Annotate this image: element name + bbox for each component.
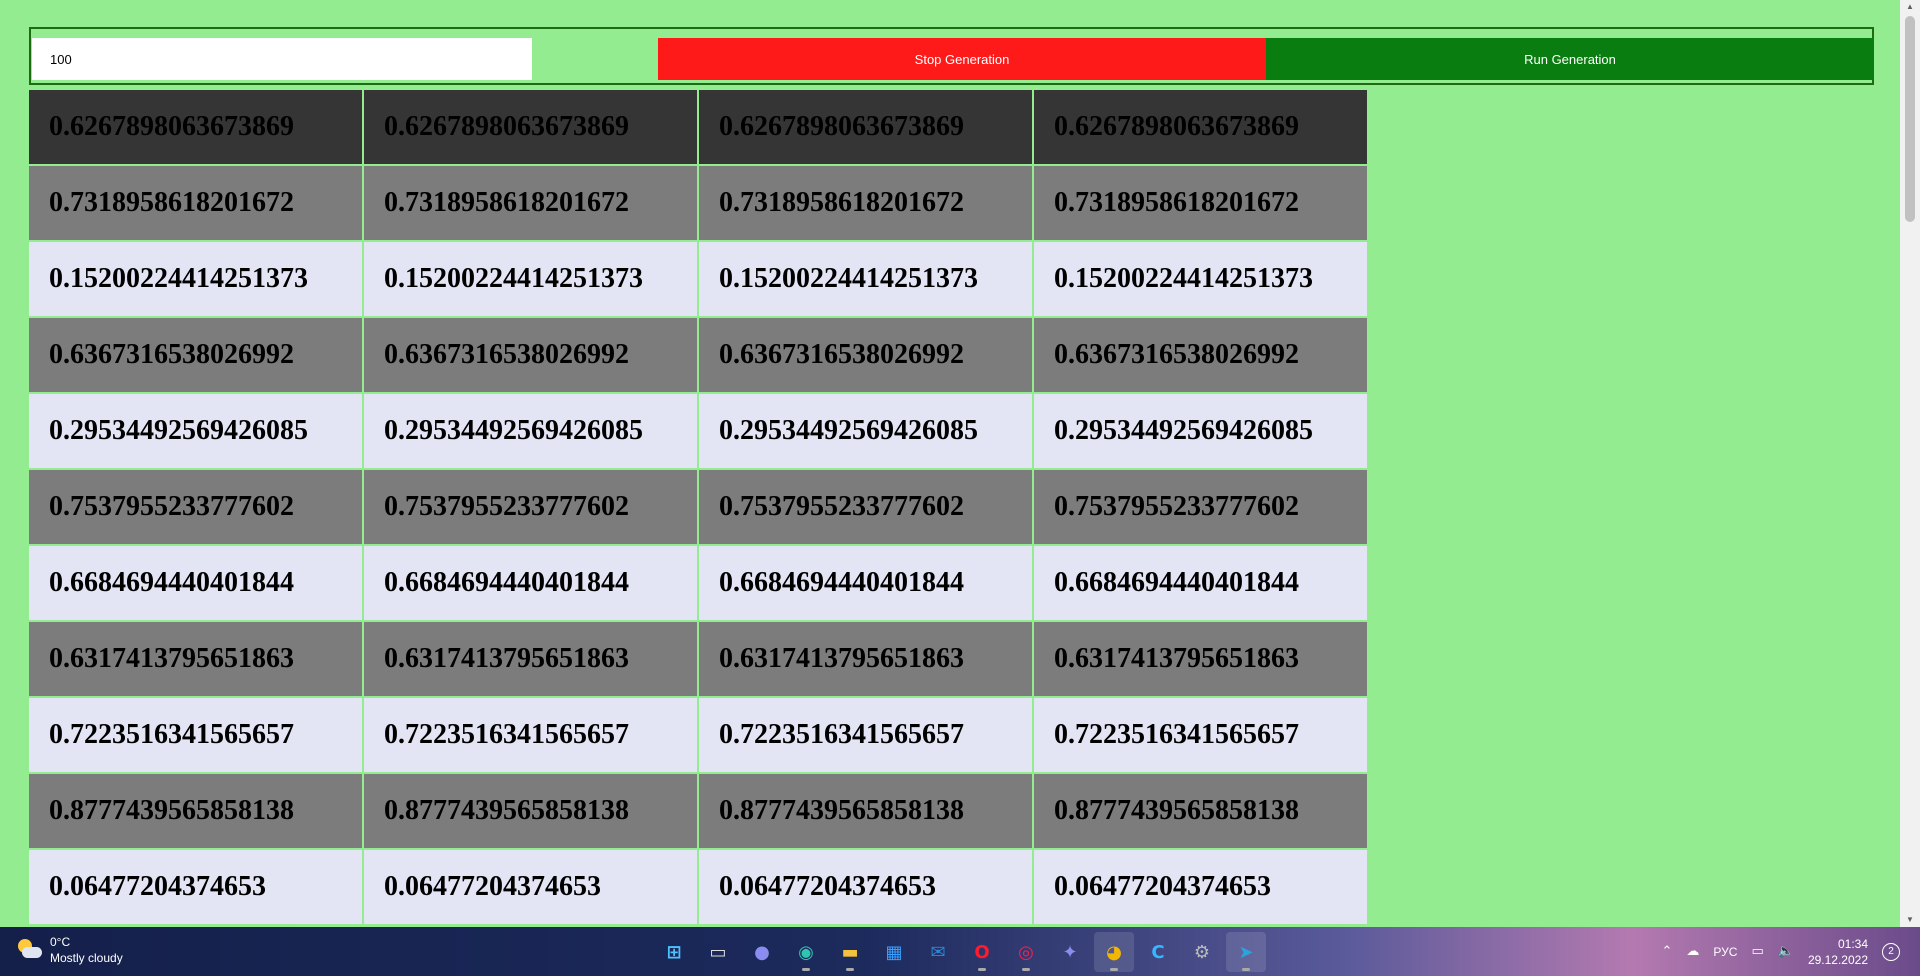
opera-gx-icon[interactable]: ◎	[1006, 932, 1046, 972]
number-cell: 0.29534492569426085	[699, 394, 1032, 468]
clock-date: 29.12.2022	[1807, 952, 1868, 967]
system-tray: ⌃ ☁ РУС ▭ 🔈 01:34 29.12.2022 2	[1662, 927, 1900, 976]
number-cell: 0.6317413795651863	[699, 622, 1032, 696]
store-icon[interactable]: ▦	[874, 932, 914, 972]
file-explorer-icon[interactable]: ▬	[830, 932, 870, 972]
number-cell: 0.7537955233777602	[364, 470, 697, 544]
telegram-icon[interactable]: ➤	[1226, 932, 1266, 972]
number-cell: 0.6267898063673869	[1034, 90, 1367, 164]
number-cell: 0.6317413795651863	[364, 622, 697, 696]
vertical-scrollbar[interactable]: ▲ ▼	[1900, 0, 1920, 927]
number-cell: 0.6684694440401844	[29, 546, 362, 620]
number-cell: 0.15200224414251373	[699, 242, 1032, 316]
number-cell: 0.7223516341565657	[364, 698, 697, 772]
number-cell: 0.6684694440401844	[699, 546, 1032, 620]
opera-icon[interactable]: O	[962, 932, 1002, 972]
partly-cloudy-icon	[16, 937, 42, 963]
number-cell: 0.6684694440401844	[1034, 546, 1367, 620]
notification-badge[interactable]: 2	[1882, 942, 1900, 961]
number-cell: 0.7223516341565657	[699, 698, 1032, 772]
number-cell: 0.6367316538026992	[699, 318, 1032, 392]
scroll-up-icon[interactable]: ▲	[1900, 0, 1920, 14]
mail-icon[interactable]: ✉	[918, 932, 958, 972]
run-generation-button[interactable]: Run Generation	[1266, 38, 1874, 80]
number-cell: 0.06477204374653	[364, 850, 697, 924]
volume-icon[interactable]: 🔈	[1778, 944, 1794, 959]
number-cell: 0.8777439565858138	[699, 774, 1032, 848]
number-cell: 0.6267898063673869	[364, 90, 697, 164]
number-cell: 0.8777439565858138	[1034, 774, 1367, 848]
number-cell: 0.6267898063673869	[29, 90, 362, 164]
settings-icon[interactable]: ⚙	[1182, 932, 1222, 972]
clock[interactable]: 01:34 29.12.2022	[1808, 936, 1868, 968]
number-cell: 0.06477204374653	[1034, 850, 1367, 924]
task-view-icon[interactable]: ▭	[698, 932, 738, 972]
number-cell: 0.6367316538026992	[29, 318, 362, 392]
taskbar-apps: ⊞ ▭ ● ◉ ▬ ▦ ✉ O ◎ ✦ ◕ C ⚙ ➤	[654, 932, 1266, 972]
weather-temperature: 0°C	[50, 935, 71, 949]
number-cell: 0.29534492569426085	[364, 394, 697, 468]
game-controller-icon[interactable]: ✦	[1050, 932, 1090, 972]
number-cell: 0.7537955233777602	[29, 470, 362, 544]
number-cell: 0.7537955233777602	[699, 470, 1032, 544]
count-input[interactable]	[32, 38, 532, 80]
network-icon[interactable]: ▭	[1751, 944, 1763, 959]
number-cell: 0.6684694440401844	[364, 546, 697, 620]
number-cell: 0.8777439565858138	[364, 774, 697, 848]
number-cell: 0.7318958618201672	[29, 166, 362, 240]
taskbar: 0°C Mostly cloudy ⊞ ▭ ● ◉ ▬ ▦ ✉ O ◎ ✦ ◕ …	[0, 927, 1920, 976]
scrollbar-thumb[interactable]	[1905, 16, 1915, 222]
number-cell: 0.6317413795651863	[1034, 622, 1367, 696]
number-cell: 0.7223516341565657	[1034, 698, 1367, 772]
c-app-icon[interactable]: C	[1138, 932, 1178, 972]
stop-generation-button[interactable]: Stop Generation	[658, 38, 1266, 80]
number-cell: 0.29534492569426085	[29, 394, 362, 468]
cloud-icon[interactable]: ☁	[1686, 944, 1699, 959]
number-cell: 0.7318958618201672	[364, 166, 697, 240]
number-cell: 0.15200224414251373	[364, 242, 697, 316]
number-cell: 0.7223516341565657	[29, 698, 362, 772]
numbers-grid: 0.6267898063673869 0.6267898063673869 0.62…	[29, 90, 1367, 924]
number-cell: 0.29534492569426085	[1034, 394, 1367, 468]
scroll-down-icon[interactable]: ▼	[1900, 913, 1920, 927]
clock-time: 01:34	[1837, 936, 1868, 951]
number-cell: 0.06477204374653	[29, 850, 362, 924]
weather-description: Mostly cloudy	[50, 951, 123, 965]
number-cell: 0.6267898063673869	[699, 90, 1032, 164]
number-cell: 0.6367316538026992	[1034, 318, 1367, 392]
start-icon[interactable]: ⊞	[654, 932, 694, 972]
number-cell: 0.7318958618201672	[1034, 166, 1367, 240]
number-cell: 0.6367316538026992	[364, 318, 697, 392]
number-cell: 0.06477204374653	[699, 850, 1032, 924]
edge-icon[interactable]: ◉	[786, 932, 826, 972]
controls-panel: Stop Generation Run Generation	[29, 27, 1874, 85]
number-cell: 0.15200224414251373	[29, 242, 362, 316]
number-cell: 0.6317413795651863	[29, 622, 362, 696]
language-indicator[interactable]: РУС	[1713, 945, 1737, 959]
number-cell: 0.15200224414251373	[1034, 242, 1367, 316]
number-cell: 0.7318958618201672	[699, 166, 1032, 240]
chat-icon[interactable]: ●	[742, 932, 782, 972]
chrome-icon[interactable]: ◕	[1094, 932, 1134, 972]
weather-widget[interactable]: 0°C Mostly cloudy	[16, 934, 123, 966]
number-cell: 0.7537955233777602	[1034, 470, 1367, 544]
page: Stop Generation Run Generation 0.6267898…	[0, 0, 1900, 927]
chevron-up-icon[interactable]: ⌃	[1662, 944, 1673, 959]
number-cell: 0.8777439565858138	[29, 774, 362, 848]
